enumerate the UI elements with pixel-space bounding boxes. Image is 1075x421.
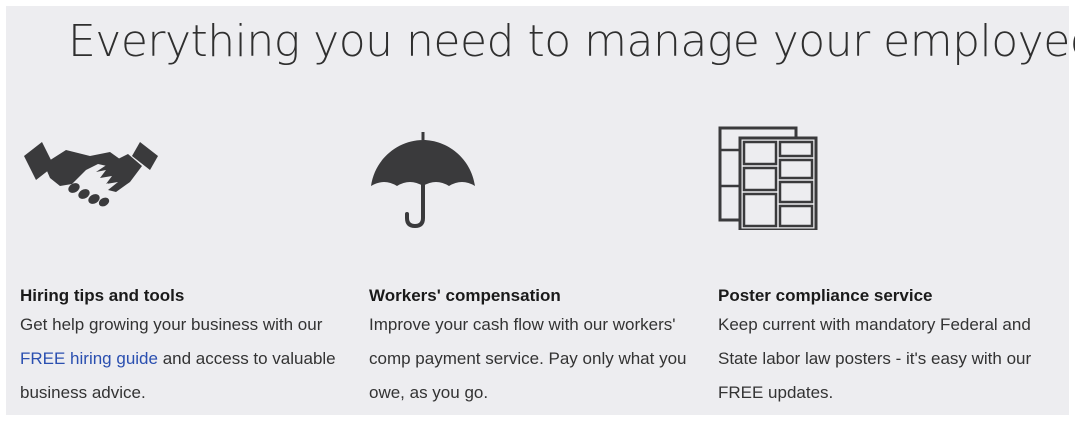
feature-poster-compliance-text: Poster compliance service Keep current w… [718, 284, 1048, 410]
feature-hiring-desc: Get help growing your business with our … [20, 308, 350, 410]
feature-workers-comp-title: Workers' compensation [369, 286, 561, 305]
feature-workers-comp-text: Workers' compensation Improve your cash … [369, 284, 699, 410]
handshake-icon [20, 126, 170, 221]
feature-hiring-title: Hiring tips and tools [20, 286, 185, 305]
umbrella-icon [369, 132, 479, 233]
feature-hiring-desc-pre: Get help growing your business with our [20, 315, 323, 334]
page-headline: Everything you need to manage your emplo… [68, 16, 1075, 67]
feature-poster-compliance-title: Poster compliance service [718, 286, 933, 305]
feature-poster-compliance-desc: Keep current with mandatory Federal and … [718, 315, 1032, 402]
feature-hiring-text: Hiring tips and tools Get help growing y… [20, 284, 350, 410]
features-panel: Everything you need to manage your emplo… [6, 6, 1075, 415]
poster-stack-icon [718, 126, 828, 235]
free-hiring-guide-link[interactable]: FREE hiring guide [20, 349, 158, 368]
feature-workers-comp-desc: Improve your cash flow with our workers'… [369, 315, 687, 402]
